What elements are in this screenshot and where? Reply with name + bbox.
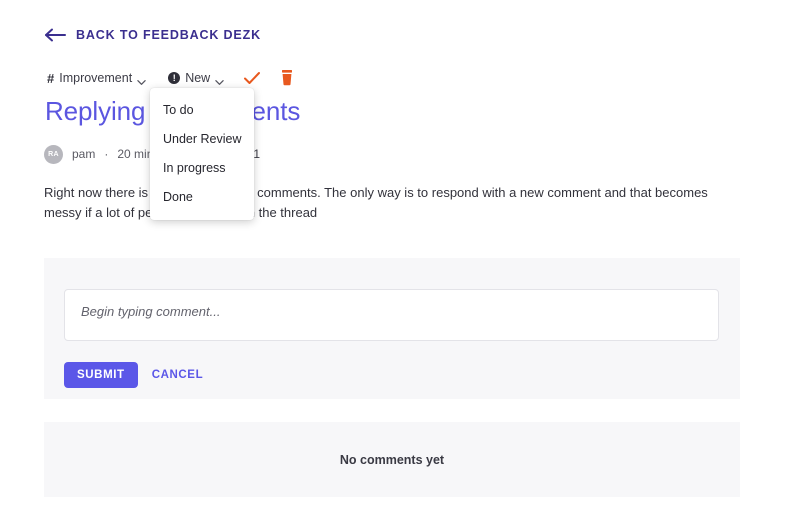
comment-form-panel: SUBMIT CANCEL [44,258,740,399]
back-to-feedback-link[interactable]: BACK TO FEEDBACK DEZK [44,28,261,42]
comment-form-actions: SUBMIT CANCEL [64,362,203,388]
dropdown-option-in-progress[interactable]: In progress [150,154,254,183]
status-label: New [185,71,211,85]
cancel-button[interactable]: CANCEL [152,369,204,381]
dropdown-option-under-review[interactable]: Under Review [150,125,254,154]
chevron-down-icon [215,74,224,85]
arrow-left-icon [44,28,66,42]
no-comments-label: No comments yet [339,452,445,467]
back-link-label: BACK TO FEEDBACK DEZK [76,28,261,42]
dropdown-option-done[interactable]: Done [150,183,254,212]
comments-list-panel: No comments yet [44,422,740,497]
hash-icon: # [47,70,55,86]
dropdown-option-todo[interactable]: To do [150,96,254,125]
category-label: Improvement [59,71,133,85]
category-selector[interactable]: # Improvement [44,70,149,86]
byline-separator: · [104,147,109,161]
info-circle-icon: ! [168,72,181,84]
post-meta-toolbar: # Improvement ! New [44,67,295,89]
status-selector[interactable]: ! New [165,70,227,86]
comment-input[interactable] [64,289,719,341]
chevron-down-icon [137,74,146,85]
post-body: Right now there is no way to reply to co… [44,185,708,220]
approve-button[interactable] [243,69,261,87]
status-dropdown-menu[interactable]: To do Under Review In progress Done [150,88,254,220]
post-author: pam [72,147,96,161]
delete-button[interactable] [279,69,295,87]
avatar: RA [44,144,63,164]
comment-count-value: 1 [253,147,261,161]
submit-button[interactable]: SUBMIT [64,362,138,388]
